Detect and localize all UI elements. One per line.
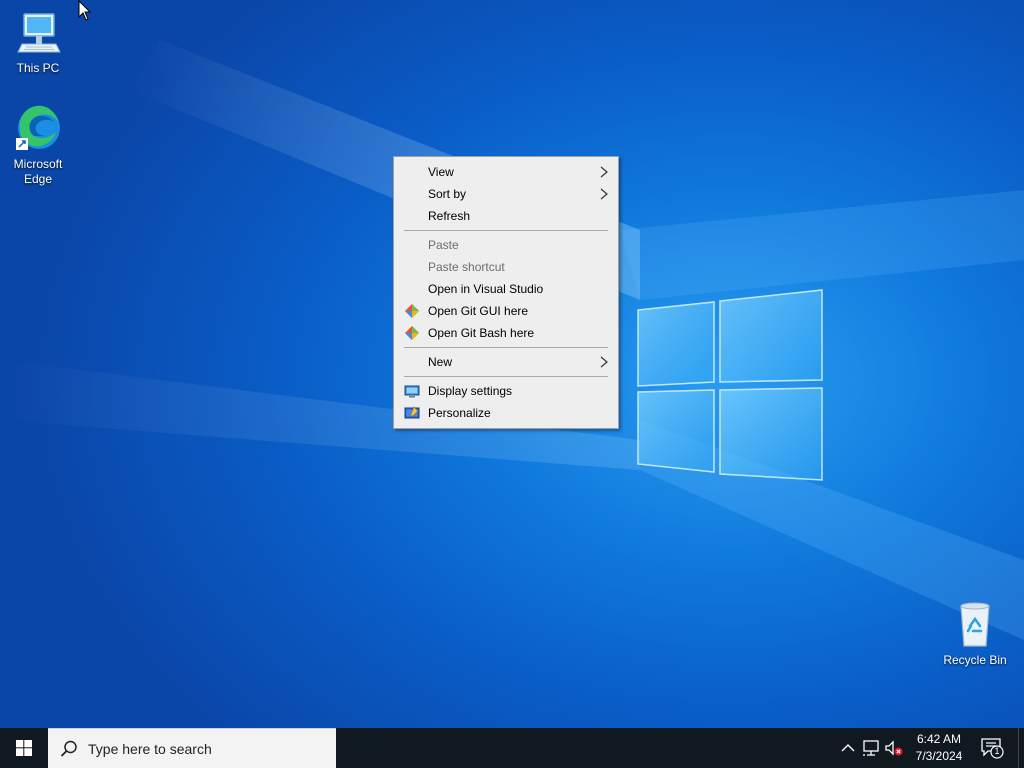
this-pc-icon (17, 13, 61, 53)
desktop-icon-this-pc[interactable]: This PC (6, 8, 70, 76)
chevron-right-icon (600, 356, 608, 368)
menu-item-open-in-visual-studio[interactable]: Open in Visual Studio (396, 278, 616, 300)
menu-item-label: Display settings (428, 384, 513, 398)
menu-item-open-git-gui[interactable]: Open Git GUI here (396, 300, 616, 322)
desktop-icon-microsoft-edge[interactable]: Microsoft Edge (6, 104, 70, 187)
menu-item-paste: Paste (396, 234, 616, 256)
menu-item-label: Sort by (428, 187, 467, 201)
volume-muted-icon[interactable] (884, 738, 904, 758)
menu-item-label: Personalize (428, 406, 491, 420)
menu-item-label: New (428, 355, 453, 369)
search-icon (60, 740, 77, 757)
chevron-right-icon (600, 188, 608, 200)
edge-icon (16, 105, 60, 150)
mouse-cursor-icon (78, 0, 92, 21)
chevron-up-icon[interactable] (838, 738, 858, 758)
menu-item-personalize[interactable]: Personalize (396, 402, 616, 424)
network-icon[interactable] (861, 738, 881, 758)
menu-item-display-settings[interactable]: Display settings (396, 380, 616, 402)
menu-item-label: View (428, 165, 454, 179)
menu-item-view[interactable]: View (396, 161, 616, 183)
menu-item-refresh[interactable]: Refresh (396, 205, 616, 227)
menu-item-paste-shortcut: Paste shortcut (396, 256, 616, 278)
desktop-icon-label: Microsoft Edge (13, 157, 63, 186)
git-bash-icon (405, 326, 419, 340)
recycle-bin-icon (960, 602, 990, 647)
taskbar-search-box[interactable]: Type here to search (48, 728, 336, 768)
chevron-right-icon (600, 166, 608, 178)
taskbar-clock[interactable]: 6:42 AM 7/3/2024 (904, 731, 974, 765)
search-placeholder: Type here to search (88, 741, 212, 757)
menu-item-label: Open in Visual Studio (428, 282, 544, 296)
desktop-background[interactable]: This PC Microsoft Edge Recycle Bin View … (0, 0, 1024, 728)
menu-item-label: Open Git Bash here (428, 326, 535, 340)
menu-separator (404, 230, 608, 231)
git-gui-icon (405, 304, 419, 318)
personalize-icon (404, 406, 420, 419)
menu-item-open-git-bash[interactable]: Open Git Bash here (396, 322, 616, 344)
menu-item-label: Refresh (428, 209, 471, 223)
show-desktop-button[interactable] (1018, 728, 1024, 768)
menu-item-label: Paste (428, 238, 459, 252)
desktop-icon-recycle-bin[interactable]: Recycle Bin (940, 600, 1010, 668)
display-settings-icon (404, 385, 420, 398)
menu-item-sort-by[interactable]: Sort by (396, 183, 616, 205)
action-center-button[interactable]: 1 (980, 737, 1004, 759)
desktop-context-menu: View Sort by Refresh Paste Paste shortcu… (393, 156, 619, 429)
clock-time: 6:42 AM (916, 732, 962, 746)
windows-wallpaper-logo (637, 289, 823, 481)
windows-start-icon (16, 740, 32, 756)
desktop-icon-label: This PC (16, 61, 60, 75)
menu-item-label: Open Git GUI here (428, 304, 529, 318)
menu-item-label: Paste shortcut (428, 260, 505, 274)
menu-item-new[interactable]: New (396, 351, 616, 373)
clock-date: 7/3/2024 (915, 749, 963, 763)
menu-separator (404, 347, 608, 348)
menu-separator (404, 376, 608, 377)
notification-count-badge: 1 (994, 746, 1000, 756)
taskbar: Type here to search 6:42 AM 7/3/2024 1 (0, 728, 1024, 768)
desktop-icon-label: Recycle Bin (943, 653, 1007, 667)
start-button[interactable] (0, 728, 48, 768)
